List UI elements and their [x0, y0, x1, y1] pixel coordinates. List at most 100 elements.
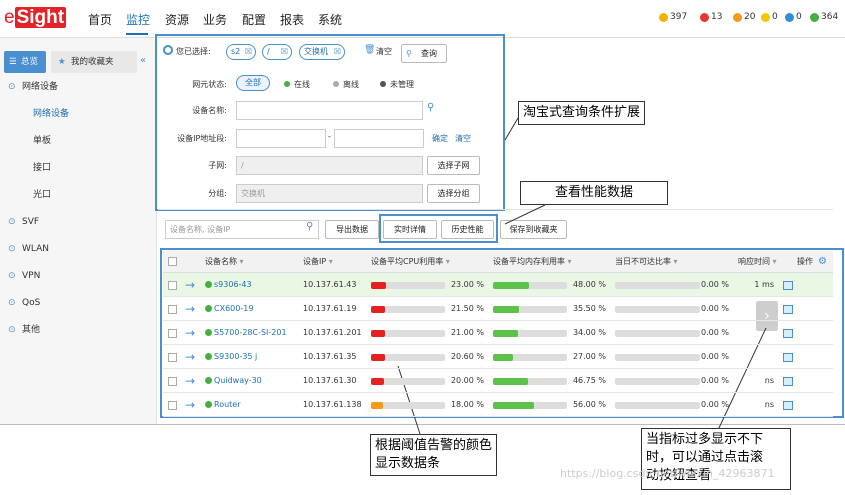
- device-ip: 10.137.61.43: [303, 280, 357, 289]
- device-name-link[interactable]: s9306-43: [214, 273, 252, 297]
- nav-item-0[interactable]: 首页: [88, 11, 112, 28]
- expand-icon: ⊙: [8, 217, 16, 227]
- unreachable-rate-bar: [615, 306, 700, 313]
- row-navigate-arrow-icon[interactable]: →: [185, 369, 195, 393]
- sidebar-item-5[interactable]: ⊙ SVF: [0, 209, 156, 236]
- memory-usage-value: 48.00 %: [572, 280, 606, 289]
- nav-item-6[interactable]: 系统: [318, 11, 342, 28]
- row-checkbox[interactable]: [168, 377, 177, 386]
- performance-chart-icon[interactable]: [783, 281, 793, 290]
- cpu-usage-fill: [371, 306, 386, 313]
- unreachable-rate-value: 0.00 %: [701, 400, 729, 409]
- sidebar-item-label: 光口: [33, 190, 52, 200]
- sidebar-item-label: WLAN: [22, 244, 50, 254]
- table-row[interactable]: → CX600-19 10.137.61.19 21.50 % 35.50 % 0.00 …: [163, 297, 833, 321]
- row-navigate-arrow-icon[interactable]: →: [185, 393, 195, 417]
- unreachable-rate-bar: [615, 354, 700, 361]
- memory-usage-value: 27.00 %: [572, 352, 606, 361]
- device-name-link[interactable]: S5700-28C-SI-201: [214, 321, 287, 345]
- table-row[interactable]: → Quidway-30 10.137.61.30 20.00 % 46.75 % 0.0…: [163, 369, 833, 393]
- performance-chart-icon[interactable]: [783, 329, 793, 338]
- alarm-count-1[interactable]: 13: [700, 12, 722, 22]
- cpu-usage-fill: [371, 378, 385, 385]
- alarm-count-text: 0: [772, 12, 778, 22]
- alarm-count-2[interactable]: 20: [733, 12, 755, 22]
- cpu-usage-value: 18.00 %: [450, 400, 484, 409]
- row-checkbox[interactable]: [168, 353, 177, 362]
- performance-chart-icon[interactable]: [783, 305, 793, 314]
- sidebar-item-4[interactable]: 光口: [0, 182, 156, 209]
- device-ip: 10.137.61.201: [303, 328, 362, 337]
- row-checkbox[interactable]: [168, 281, 177, 290]
- row-navigate-arrow-icon[interactable]: →: [185, 273, 195, 297]
- memory-usage-bar: [493, 330, 567, 337]
- unreachable-rate-value: 0.00 %: [701, 304, 729, 313]
- device-name-link[interactable]: S9300-35 j: [214, 345, 257, 369]
- online-status-dot-icon: [205, 281, 212, 288]
- unreachable-rate-value: 0.00 %: [701, 376, 729, 385]
- alarm-count-4[interactable]: 0: [785, 12, 802, 22]
- response-time-value: 1 ms: [754, 280, 774, 289]
- row-navigate-arrow-icon[interactable]: →: [185, 321, 195, 345]
- cpu-usage-value: 21.50 %: [450, 304, 484, 313]
- row-checkbox[interactable]: [168, 305, 177, 314]
- table-row[interactable]: → S9300-35 j 10.137.61.35 20.60 % 27.00 % 0.0…: [163, 345, 833, 369]
- alarm-level-icon: [659, 12, 668, 22]
- sidebar-item-0[interactable]: ⊙ 网络设备: [0, 74, 156, 101]
- row-navigate-arrow-icon[interactable]: →: [185, 345, 195, 369]
- sidebar-item-1[interactable]: 网络设备: [0, 101, 156, 128]
- nav-item-4[interactable]: 配置: [242, 11, 266, 28]
- device-name-link[interactable]: CX600-19: [214, 297, 253, 321]
- table-row[interactable]: → Router 10.137.61.138 18.00 % 56.00 % 0.00 %…: [163, 393, 833, 417]
- device-name-link[interactable]: Router: [214, 393, 241, 417]
- remove-chip-icon[interactable]: ☒: [245, 45, 252, 59]
- memory-usage-bar: [493, 282, 567, 289]
- alarm-count-text: 20: [744, 12, 756, 22]
- alarm-count-text: 0: [796, 12, 802, 22]
- sidebar-item-7[interactable]: ⊙ VPN: [0, 263, 156, 290]
- chip-label: s2: [231, 47, 241, 56]
- expand-icon: ⊙: [8, 325, 16, 335]
- device-ip: 10.137.61.35: [303, 352, 357, 361]
- unreachable-rate-bar: [615, 402, 700, 409]
- chip-label: 交换机: [304, 47, 328, 56]
- row-checkbox[interactable]: [168, 401, 177, 410]
- alarm-count-5[interactable]: 364: [810, 12, 838, 22]
- cpu-usage-bar: [371, 330, 445, 337]
- online-status-dot-icon: [205, 401, 212, 408]
- remove-chip-icon[interactable]: ☒: [281, 45, 288, 59]
- sidebar-item-3[interactable]: 接口: [0, 155, 156, 182]
- response-time-value: ns: [764, 376, 774, 385]
- unreachable-rate-bar: [615, 378, 700, 385]
- cpu-usage-value: 23.00 %: [450, 280, 484, 289]
- table-row[interactable]: → s9306-43 10.137.61.43 23.00 % 48.00 % 0.00 …: [163, 273, 833, 297]
- performance-chart-icon[interactable]: [783, 353, 793, 362]
- sidebar-item-6[interactable]: ⊙ WLAN: [0, 236, 156, 263]
- performance-chart-icon[interactable]: [783, 401, 793, 410]
- nav-item-2[interactable]: 资源: [165, 11, 189, 28]
- row-checkbox[interactable]: [168, 329, 177, 338]
- alarm-count-text: 13: [711, 12, 723, 22]
- sidebar-item-2[interactable]: 单板: [0, 128, 156, 155]
- remove-chip-icon[interactable]: ☒: [334, 45, 341, 59]
- row-navigate-arrow-icon[interactable]: →: [185, 297, 195, 321]
- cpu-usage-fill: [371, 330, 385, 337]
- device-name-link[interactable]: Quidway-30: [214, 369, 262, 393]
- performance-chart-icon[interactable]: [783, 377, 793, 386]
- memory-usage-fill: [493, 306, 520, 313]
- online-status-dot-icon: [205, 353, 212, 360]
- alarm-level-icon: [733, 12, 742, 22]
- sidebar-item-9[interactable]: ⊙ 其他: [0, 317, 156, 344]
- alarm-count-3[interactable]: 0: [761, 12, 778, 22]
- sidebar-item-8[interactable]: ⊙ QoS: [0, 290, 156, 317]
- callout-scroll-note: 当指标过多显示不下 时，可以通过点击滚 动按钮查看: [641, 428, 791, 490]
- nav-item-5[interactable]: 报表: [280, 11, 304, 28]
- nav-item-3[interactable]: 业务: [203, 11, 227, 28]
- unreachable-rate-value: 0.00 %: [701, 328, 729, 337]
- sidebar-item-label: 网络设备: [22, 82, 59, 92]
- nav-item-1[interactable]: 监控: [126, 11, 150, 28]
- response-time-value: [738, 297, 774, 321]
- table-row[interactable]: → S5700-28C-SI-201 10.137.61.201 21.00 % 34.…: [163, 321, 833, 345]
- alarm-count-0[interactable]: 397: [659, 12, 687, 22]
- alarm-count-text: 364: [821, 12, 839, 22]
